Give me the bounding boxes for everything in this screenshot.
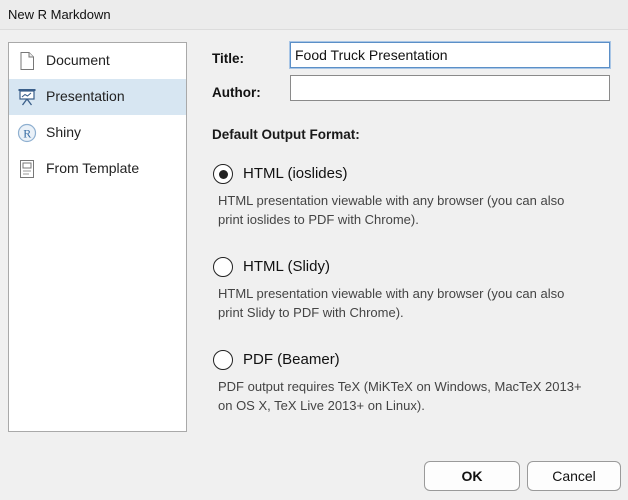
radio-description: HTML presentation viewable with any brow… <box>218 191 613 229</box>
template-icon <box>17 159 37 179</box>
description-line: print ioslides to PDF with Chrome). <box>218 212 419 227</box>
author-input[interactable] <box>290 75 610 101</box>
description-line: on OS X, TeX Live 2013+ on Linux). <box>218 398 425 413</box>
presentation-icon <box>17 87 37 107</box>
window-title: New R Markdown <box>8 7 111 22</box>
title-bar: New R Markdown <box>0 0 628 30</box>
radio-label[interactable]: PDF (Beamer) <box>243 351 340 368</box>
radio-label[interactable]: HTML (ioslides) <box>243 165 347 182</box>
radio-description: HTML presentation viewable with any brow… <box>218 284 613 322</box>
radio-button[interactable] <box>213 164 233 184</box>
radio-button[interactable] <box>213 350 233 370</box>
radio-label[interactable]: HTML (Slidy) <box>243 258 330 275</box>
sidebar-item-label: Presentation <box>46 88 125 104</box>
shiny-icon: R <box>17 123 37 143</box>
sidebar-item-label: Shiny <box>46 124 82 140</box>
description-line: print Slidy to PDF with Chrome). <box>218 305 404 320</box>
cancel-button[interactable]: Cancel <box>527 461 621 491</box>
description-line: HTML presentation viewable with any brow… <box>218 193 565 208</box>
sidebar-item-label: From Template <box>46 160 140 176</box>
description-line: PDF output requires TeX (MiKTeX on Windo… <box>218 379 582 394</box>
sidebar-item-presentation[interactable]: Presentation <box>9 79 186 115</box>
radio-selected-dot <box>218 169 228 179</box>
title-label: Title: <box>212 51 245 66</box>
sidebar-item-document[interactable]: Document <box>9 43 186 79</box>
sidebar-item-label: Document <box>46 52 110 68</box>
author-label: Author: <box>212 85 261 100</box>
description-line: HTML presentation viewable with any brow… <box>218 286 565 301</box>
svg-text:R: R <box>23 127 31 141</box>
sidebar-item-shiny[interactable]: R Shiny <box>9 115 186 151</box>
radio-button[interactable] <box>213 257 233 277</box>
ok-button[interactable]: OK <box>424 461 520 491</box>
output-format-heading: Default Output Format: <box>212 127 360 142</box>
sidebar-item-from-template[interactable]: From Template <box>9 151 186 187</box>
title-input[interactable] <box>290 42 610 68</box>
template-type-list: Document Presentation R Shiny From Templ… <box>8 42 187 432</box>
document-icon <box>17 51 37 71</box>
radio-description: PDF output requires TeX (MiKTeX on Windo… <box>218 377 613 415</box>
